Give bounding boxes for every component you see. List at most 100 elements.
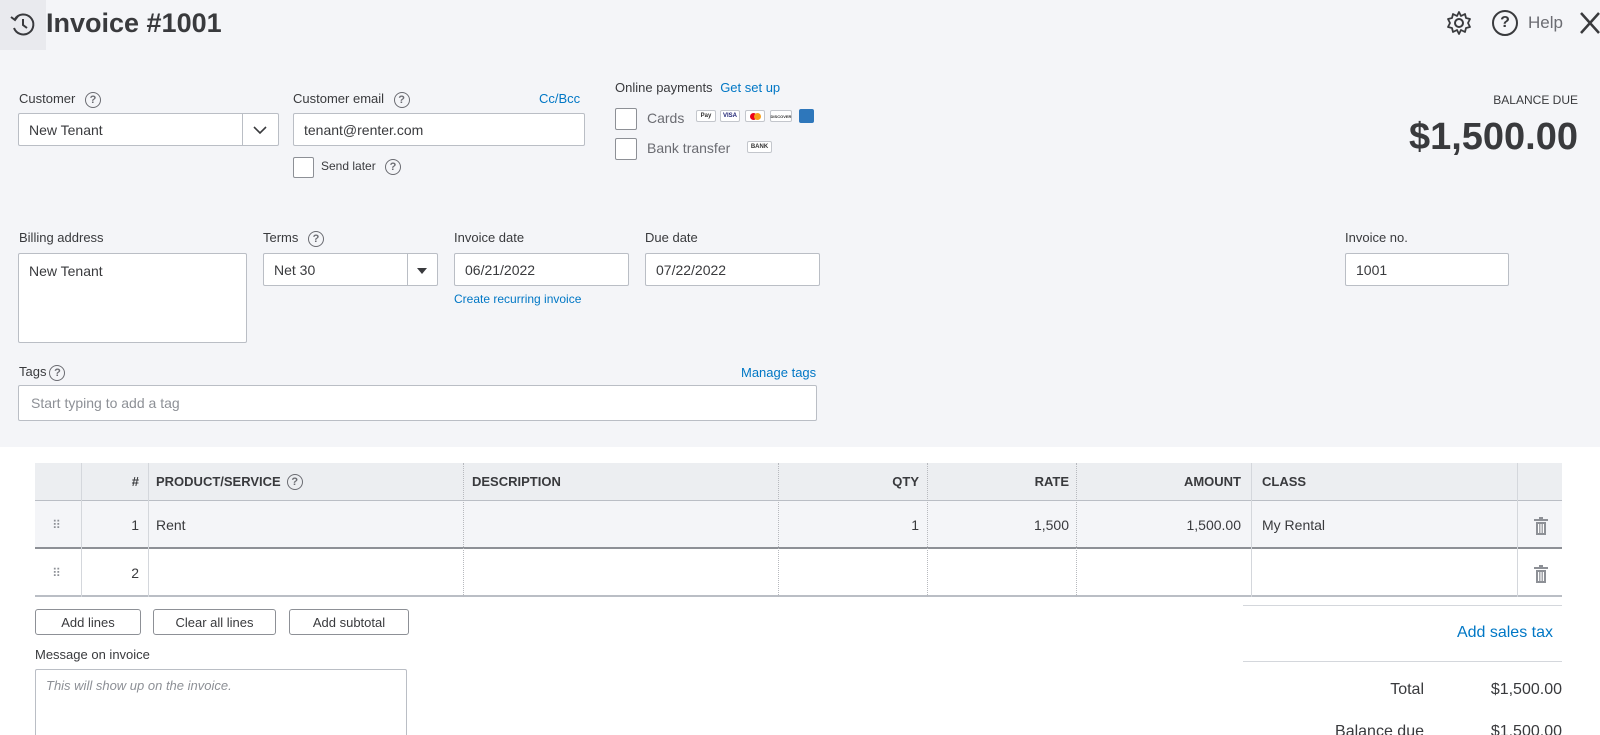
clear-all-lines-button[interactable]: Clear all lines [153,609,276,635]
add-lines-button[interactable]: Add lines [35,609,141,635]
col-divider [148,463,149,597]
due-date-field[interactable]: 07/22/2022 [645,253,820,286]
col-header-amount: AMOUNT [1183,474,1241,489]
row-amount[interactable] [1075,549,1241,597]
row-amount[interactable]: 1,500.00 [1075,501,1242,549]
invoice-date-field[interactable]: 06/21/2022 [454,253,629,286]
bank-icon: BANK [747,141,772,153]
close-icon[interactable] [1578,10,1600,36]
customer-email-field[interactable]: tenant@renter.com [293,113,585,146]
col-divider [1251,463,1252,597]
col-header-product: PRODUCT/SERVICE? [156,463,456,500]
cards-checkbox[interactable] [615,108,637,130]
balance-due-label: BALANCE DUE [1493,93,1578,107]
email-help-icon[interactable]: ? [393,91,410,108]
discover-icon: DISCOVER [770,110,792,122]
col-header-num: # [131,474,139,489]
terms-label: Terms ? [263,230,325,247]
amex-icon [799,109,814,123]
col-header-class: CLASS [1262,474,1307,489]
invoice-date-label: Invoice date [454,230,525,245]
totals-divider [1243,661,1562,662]
help-icon: ? [1492,10,1518,36]
row-number: 1 [131,517,139,533]
mastercard-icon [745,110,765,122]
tags-placeholder: Start typing to add a tag [31,395,180,411]
cc-bcc-link[interactable]: Cc/Bcc [539,91,580,106]
tags-input[interactable]: Start typing to add a tag [18,385,817,421]
row-qty[interactable] [777,549,919,597]
row-class[interactable]: My Rental [1262,501,1512,549]
history-clock-icon [10,13,35,36]
create-recurring-invoice-link[interactable]: Create recurring invoice [454,292,581,306]
page-title: Invoice #1001 [46,8,222,38]
send-later-help-icon[interactable]: ? [385,159,402,175]
bank-transfer-checkbox[interactable] [615,138,637,160]
customer-dropdown-divider [242,114,243,145]
invoice-no-field[interactable]: 1001 [1345,253,1509,286]
col-divider [463,463,464,597]
terms-dropdown-divider [407,254,408,285]
add-sales-tax-link[interactable]: Add sales tax [1457,624,1553,642]
send-later-checkbox[interactable] [293,157,314,178]
customer-value: New Tenant [29,121,103,138]
help-label: Help [1528,13,1563,32]
get-set-up-link[interactable]: Get set up [720,80,780,95]
totals-top-divider [1243,605,1562,606]
row-product[interactable]: Rent [156,501,456,549]
balance-due-footer-label: Balance due [1335,723,1424,735]
balance-due-amount: $1,500.00 [1408,116,1578,158]
billing-address-field[interactable]: New Tenant [18,253,247,343]
customer-help-icon[interactable]: ? [84,91,101,108]
col-header-rate: RATE [1034,474,1069,489]
product-help-icon[interactable]: ? [286,473,303,490]
terms-help-icon[interactable]: ? [308,230,325,247]
visa-icon: VISA [720,110,740,122]
apple-pay-icon: Pay [696,110,716,122]
row-class[interactable] [1262,549,1512,597]
row-rate[interactable] [926,549,1069,597]
col-divider [81,463,82,597]
col-header-qty: QTY [892,474,919,489]
caret-down-icon[interactable] [416,267,428,275]
manage-tags-link[interactable]: Manage tags [741,365,816,380]
row-qty[interactable]: 1 [777,501,919,549]
chevron-down-icon[interactable] [253,124,267,136]
col-divider [778,463,779,597]
help-button[interactable]: ? Help [1492,10,1563,36]
row-product[interactable] [156,549,456,597]
row-description[interactable] [472,549,772,597]
delete-row-trash-icon[interactable] [1534,565,1548,583]
recent-transactions-button[interactable] [0,0,46,50]
col-divider [1076,463,1077,597]
billing-address-label: Billing address [19,230,104,245]
col-divider [927,463,928,597]
total-value: $1,500.00 [1490,681,1562,698]
message-on-invoice-label: Message on invoice [35,647,150,662]
delete-row-trash-icon[interactable] [1534,517,1548,535]
balance-due-footer-value: $1,500.00 [1490,723,1562,735]
tags-label: Tags? [19,364,66,381]
customer-label: Customer ? [19,91,101,108]
settings-gear-icon[interactable] [1445,9,1473,37]
online-payments-label: Online payments Get set up [615,80,781,95]
terms-select[interactable]: Net 30 [263,253,438,286]
customer-email-label: Customer email ? [293,91,410,108]
bank-transfer-label: Bank transfer [647,140,731,156]
add-subtotal-button[interactable]: Add subtotal [289,609,409,635]
cards-label: Cards [647,110,685,126]
col-header-description: DESCRIPTION [472,474,561,489]
line-items-table: # PRODUCT/SERVICE? DESCRIPTION QTY RATE … [35,463,1562,598]
drag-handle-icon[interactable]: ⠿ [49,513,63,537]
message-on-invoice-field[interactable]: This will show up on the invoice. [35,669,407,735]
customer-select[interactable]: New Tenant [18,113,279,146]
total-label: Total [1390,681,1424,698]
row-description[interactable] [472,501,772,549]
message-placeholder: This will show up on the invoice. [46,678,232,693]
row-number: 2 [131,565,139,581]
terms-value: Net 30 [274,261,316,278]
row-rate[interactable]: 1,500 [926,501,1069,549]
drag-handle-icon[interactable]: ⠿ [49,561,63,585]
invoice-no-label: Invoice no. [1345,230,1408,245]
tags-help-icon[interactable]: ? [49,364,66,381]
